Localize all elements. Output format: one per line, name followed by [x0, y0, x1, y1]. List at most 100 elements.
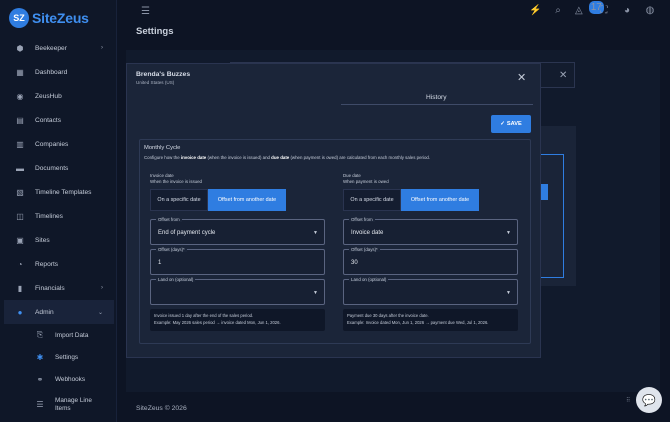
fullscreen-icon[interactable]: ⛶ — [598, 5, 610, 16]
sidebar-subitem-manage-line-items[interactable]: ☰ Manage Line Items — [4, 390, 114, 420]
sidebar-item-label: Timeline Templates — [35, 188, 92, 196]
background-button — [540, 184, 548, 200]
sidebar-item-timeline-templates[interactable]: ▧ Timeline Templates — [4, 180, 114, 204]
sidebar-item-timelines[interactable]: ◫ Timelines — [4, 204, 114, 228]
caret-down-icon: ▼ — [506, 290, 511, 296]
field-value: 1 — [158, 260, 162, 266]
financials-icon: ▮ — [17, 283, 23, 293]
gear-icon: ✱ — [36, 352, 44, 362]
note-line: Example: May 2026 sales period → invoice… — [154, 319, 281, 325]
sidebar-item-label: Import Data — [55, 331, 89, 339]
invoice-example-note: Invoice issued 1 day after the end of th… — [150, 309, 325, 331]
due-offset-days-input[interactable]: Offset (days)* 30 — [343, 247, 518, 275]
divider — [540, 154, 564, 278]
field-label: Offset from — [349, 217, 375, 222]
chevron-down-icon: ⌄ — [97, 309, 103, 316]
user-avatar-icon[interactable]: ◕ — [621, 5, 633, 16]
invoice-date-column: Invoice date When the invoice is issued … — [150, 173, 325, 331]
topbar: ☰ ⚡ ⌕ ◬ 17 ⛶ ◕ ◍ — [117, 0, 670, 22]
background-panel — [540, 126, 576, 286]
sidebar-item-label: ZeusHub — [35, 92, 62, 100]
drag-handle-icon[interactable]: ⠿ — [626, 397, 630, 404]
hamburger-menu-icon[interactable]: ☰ — [141, 6, 150, 17]
invoice-land-on-select[interactable]: Land on (optional) ▼ — [150, 277, 325, 305]
sidebar-item-sites[interactable]: ▣ Sites — [4, 228, 114, 252]
invoice-specific-date-option[interactable]: On a specific date — [150, 189, 208, 211]
sidebar-subitem-webhooks[interactable]: ⚭ Webhooks — [4, 368, 114, 390]
modal-title: Brenda's Buzzes — [136, 71, 191, 78]
field-label: Offset (days)* — [349, 247, 380, 252]
field-label: Offset (days)* — [156, 247, 187, 252]
sidebar-item-dashboard[interactable]: ▦ Dashboard — [4, 60, 114, 84]
invoice-offset-option[interactable]: Offset from another date — [208, 189, 286, 211]
contacts-icon: ▤ — [16, 115, 24, 125]
due-specific-date-option[interactable]: On a specific date — [343, 189, 401, 211]
description-bold: invoice date — [180, 155, 207, 160]
modal-subtitle: United States (US) — [136, 80, 175, 85]
sidebar-item-label: Contacts — [35, 116, 62, 124]
field-label: Offset from — [156, 217, 182, 222]
due-mode-toggle: On a specific date Offset from another d… — [343, 189, 479, 211]
sidebar-subitem-import-data[interactable]: ⎘ Import Data — [4, 324, 114, 346]
due-offset-from-select[interactable]: Offset from Invoice date ▼ — [343, 217, 518, 245]
section-description: Configure how the invoice date (when the… — [144, 155, 430, 160]
field-label: Land on (optional) — [156, 277, 196, 282]
invoice-mode-toggle: On a specific date Offset from another d… — [150, 189, 286, 211]
page-title: Settings — [136, 26, 174, 37]
search-icon[interactable]: ⌕ — [552, 5, 564, 16]
field-value: 30 — [351, 260, 358, 266]
bell-icon[interactable]: ◬ 17 — [575, 1, 604, 16]
field-value: Invoice date — [351, 230, 384, 236]
sidebar-item-label: Companies — [35, 140, 69, 148]
sidebar-item-label: Financials — [35, 284, 65, 292]
sidebar-item-zeushub[interactable]: ◉ ZeusHub — [4, 84, 114, 108]
invoice-offset-from-select[interactable]: Offset from End of payment cycle ▼ — [150, 217, 325, 245]
admin-icon: ● — [17, 307, 23, 317]
reports-icon: ◔ — [17, 259, 23, 269]
sidebar-item-reports[interactable]: ◔ Reports — [4, 252, 114, 276]
sidebar-item-label: Webhooks — [55, 375, 86, 383]
zeushub-icon: ◉ — [16, 91, 24, 101]
palette-icon[interactable]: ◍ — [644, 5, 656, 16]
lightning-icon[interactable]: ⚡ — [529, 5, 541, 16]
sidebar-item-label: Dashboard — [35, 68, 68, 76]
documents-icon: ▬ — [16, 163, 24, 173]
monthly-cycle-card: Monthly Cycle Configure how the invoice … — [139, 139, 531, 344]
sites-icon: ▣ — [16, 235, 24, 245]
sidebar-subitem-settings[interactable]: ✱ Settings — [4, 346, 114, 368]
sidebar-item-label: Admin — [35, 308, 54, 316]
brand[interactable]: SZ SiteZeus — [9, 8, 89, 28]
note-line: Example: Invoice dated Mon, Jun 1, 2026 … — [347, 319, 489, 325]
import-icon: ⎘ — [36, 330, 44, 339]
close-icon[interactable]: ✕ — [559, 70, 567, 81]
companies-icon: ▥ — [16, 139, 24, 149]
sidebar-item-documents[interactable]: ▬ Documents — [4, 156, 114, 180]
due-offset-option[interactable]: Offset from another date — [401, 189, 479, 211]
invoice-offset-days-input[interactable]: Offset (days)* 1 — [150, 247, 325, 275]
save-button[interactable]: ✓ SAVE — [491, 115, 531, 133]
close-icon[interactable]: ✕ — [517, 71, 526, 84]
sitezeus-logo-icon: SZ — [9, 8, 29, 28]
footer-copyright: SiteZeus © 2026 — [136, 405, 187, 412]
due-land-on-select[interactable]: Land on (optional) ▼ — [343, 277, 518, 305]
tab-history[interactable]: History — [426, 94, 447, 101]
due-date-label: Due date — [343, 173, 361, 178]
sidebar-item-label: Reports — [35, 260, 59, 268]
sidebar-item-companies[interactable]: ▥ Companies — [4, 132, 114, 156]
sidebar-item-financials[interactable]: ▮ Financials › — [4, 276, 114, 300]
modal-tabs: History — [136, 92, 533, 105]
tab-indicator — [341, 104, 533, 105]
invoice-date-sublabel: When the invoice is issued — [150, 179, 202, 184]
sidebar-item-contacts[interactable]: ▤ Contacts — [4, 108, 114, 132]
check-icon: ✓ — [500, 121, 505, 127]
timeline-templates-icon: ▧ — [16, 187, 24, 197]
field-value: End of payment cycle — [158, 230, 216, 236]
field-label: Land on (optional) — [349, 277, 389, 282]
chat-icon[interactable]: 💬 — [636, 387, 662, 413]
sidebar-item-label: Manage Line Items — [55, 396, 92, 412]
topbar-icons: ⚡ ⌕ ◬ 17 ⛶ ◕ ◍ — [529, 1, 656, 16]
sidebar-nav: ⬢ Beekeeper › ▦ Dashboard ◉ ZeusHub ▤ Contact… — [4, 36, 114, 420]
sidebar-item-beekeeper[interactable]: ⬢ Beekeeper › — [4, 36, 114, 60]
brand-name: SiteZeus — [32, 10, 89, 26]
sidebar-item-admin[interactable]: ● Admin ⌄ — [4, 300, 114, 324]
